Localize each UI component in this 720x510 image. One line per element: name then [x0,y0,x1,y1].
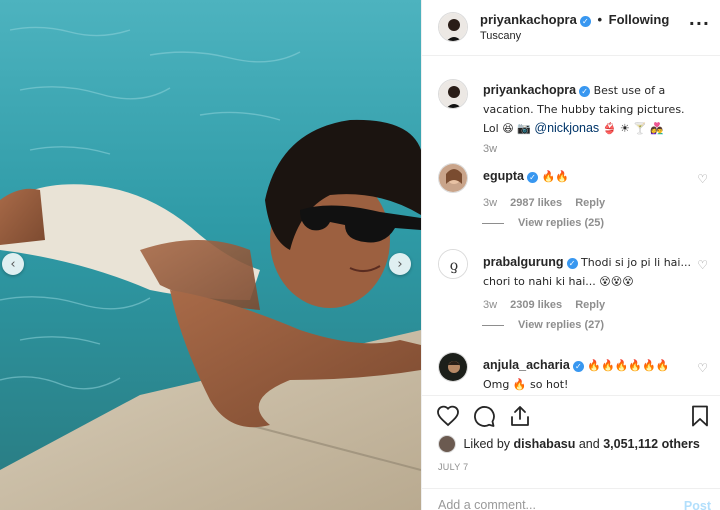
verified-icon: ✓ [579,86,591,97]
liked-by-and: and [578,437,600,451]
reply-button[interactable]: Reply [575,197,605,209]
post-side-panel: priyankachopra ✓ • Following Tuscany ··· … [421,0,720,510]
verified-icon: ✓ [566,258,578,269]
post-comment-button[interactable]: Post [684,499,711,510]
comments-list[interactable]: priyankachopra ✓ Best use of a vacation. … [422,57,720,395]
post-date[interactable]: JULY 7 [438,462,468,472]
liked-by-user[interactable]: dishabasu [514,437,576,451]
post-header: priyankachopra ✓ • Following Tuscany ··· [422,0,720,56]
likes-count[interactable]: 3,051,112 others [603,437,700,451]
liker-avatar[interactable] [438,435,456,453]
save-bookmark-icon[interactable] [688,404,712,428]
like-icon[interactable] [436,404,460,428]
liked-by-prefix: Liked by [463,437,511,451]
commenter-avatar[interactable] [438,352,468,382]
comment-text-line2: Omg 🔥 so hot! [483,378,569,391]
verified-icon: ✓ [572,361,584,372]
comment-time[interactable]: 3w [483,299,497,311]
svg-text:ƍ: ƍ [450,258,458,274]
comment-username[interactable]: prabalgurung [483,255,564,269]
caption-time[interactable]: 3w [483,143,497,155]
likes-summary[interactable]: Liked by dishabasu and 3,051,112 others [438,435,700,455]
verified-icon: ✓ [526,172,538,183]
separator-dot: • [597,12,603,27]
post-location[interactable]: Tuscany [480,30,521,42]
author-avatar[interactable] [438,79,468,109]
add-comment-bar: Post [422,488,720,510]
view-replies-button[interactable]: View replies (27) [518,319,604,331]
comment-text: 🔥🔥 [541,170,569,183]
author-username[interactable]: priyankachopra [480,12,577,27]
verified-icon: ✓ [579,16,591,27]
comment-likes[interactable]: 2987 likes [510,197,562,209]
author-avatar[interactable] [438,12,468,42]
caption-emoji: 👙 ☀ 🍸 👩‍❤️‍👨 [602,122,665,135]
like-comment-icon[interactable]: ♡ [697,258,708,272]
comment-username[interactable]: egupta [483,169,524,183]
share-icon[interactable] [508,404,532,428]
post-photo[interactable]: ‹ › [0,0,421,510]
commenter-avatar[interactable] [438,163,468,193]
carousel-prev-button[interactable]: ‹ [2,253,24,275]
more-options-icon[interactable]: ··· [689,14,710,33]
post-actions [422,395,720,435]
like-comment-icon[interactable]: ♡ [697,361,708,375]
comment-username[interactable]: anjula_acharia [483,358,570,372]
comment-text: 🔥🔥🔥🔥🔥🔥 [587,359,670,372]
caption-username[interactable]: priyankachopra [483,83,576,97]
commenter-avatar[interactable]: ƍ [438,249,468,279]
reply-button[interactable]: Reply [575,299,605,311]
comment-time[interactable]: 3w [483,197,497,209]
following-button[interactable]: Following [609,12,670,27]
carousel-next-button[interactable]: › [389,253,411,275]
comment-likes[interactable]: 2309 likes [510,299,562,311]
comment-icon[interactable] [472,404,496,428]
like-comment-icon[interactable]: ♡ [697,172,708,186]
caption-mention[interactable]: @nickjonas [534,121,599,135]
photo-scene [0,0,421,510]
add-comment-input[interactable] [438,498,658,510]
view-replies-button[interactable]: View replies (25) [518,217,604,229]
